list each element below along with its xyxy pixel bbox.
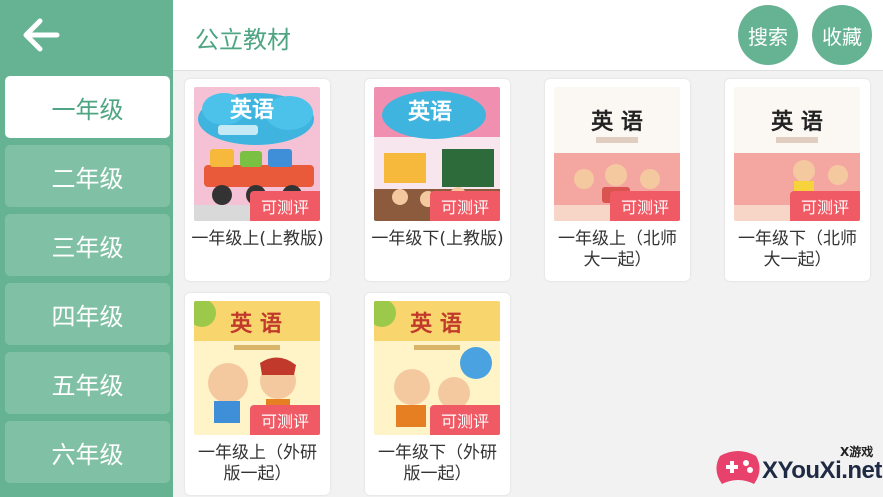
book-cover: 英语 可测评 xyxy=(374,87,500,221)
watermark-big-text: XYouXi.net xyxy=(762,457,882,484)
book-title: 一年级上（北师大一起） xyxy=(558,229,677,270)
svg-text:英 语: 英 语 xyxy=(410,311,462,337)
book-card-3[interactable]: 英 语 可测评 一年级上（北师大一起） xyxy=(545,79,690,281)
arrow-left-icon xyxy=(23,18,60,52)
svg-text:英 语: 英 语 xyxy=(230,311,282,337)
grade-item-3[interactable]: 三年级 xyxy=(5,214,170,276)
grade-item-1[interactable]: 一年级 xyxy=(5,76,170,138)
assessable-badge: 可测评 xyxy=(610,191,680,221)
assessable-badge: 可测评 xyxy=(430,191,500,221)
book-cover: 英 语 可测评 xyxy=(374,301,500,435)
back-button[interactable] xyxy=(0,0,173,70)
book-cover: 英 语 可测评 xyxy=(554,87,680,221)
search-button[interactable]: 搜索 xyxy=(738,5,798,65)
book-card-5[interactable]: 英 语 可测评 一年级上（外研版一起） xyxy=(185,293,330,495)
book-card-1[interactable]: 英语 可测评 一年级上(上教版) xyxy=(185,79,330,281)
book-cover: 英 语 可测评 xyxy=(194,301,320,435)
gamepad-logo-icon xyxy=(716,451,760,484)
site-watermark: X游戏 XYouXi.net xyxy=(712,440,883,497)
assessable-badge: 可测评 xyxy=(250,405,320,435)
top-bar: 公立教材 搜索 收藏 xyxy=(173,0,883,71)
book-card-2[interactable]: 英语 可测评 一年级下(上教版) xyxy=(365,79,510,281)
book-title: 一年级下(上教版) xyxy=(371,229,504,249)
svg-text:英语: 英语 xyxy=(408,100,452,125)
grade-item-2[interactable]: 二年级 xyxy=(5,145,170,207)
book-cover: 英语 可测评 xyxy=(194,87,320,221)
favorites-button[interactable]: 收藏 xyxy=(812,5,872,65)
assessable-badge: 可测评 xyxy=(430,405,500,435)
book-title: 一年级上（外研版一起） xyxy=(198,443,317,484)
grade-item-6[interactable]: 六年级 xyxy=(5,421,170,483)
book-card-6[interactable]: 英 语 可测评 一年级下（外研版一起） xyxy=(365,293,510,495)
svg-text:英 语: 英 语 xyxy=(771,109,823,135)
assessable-badge: 可测评 xyxy=(250,191,320,221)
grade-item-4[interactable]: 四年级 xyxy=(5,283,170,345)
svg-text:英 语: 英 语 xyxy=(591,109,643,135)
book-card-4[interactable]: 英 语 可测评 一年级下（北师大一起） xyxy=(725,79,870,281)
book-title: 一年级下（北师大一起） xyxy=(738,229,857,270)
assessable-badge: 可测评 xyxy=(790,191,860,221)
book-title: 一年级上(上教版) xyxy=(191,229,324,249)
grade-item-5[interactable]: 五年级 xyxy=(5,352,170,414)
sidebar: 一年级 二年级 三年级 四年级 五年级 六年级 xyxy=(0,0,173,497)
book-title: 一年级下（外研版一起） xyxy=(378,443,497,484)
svg-text:英语: 英语 xyxy=(230,98,274,123)
page-title: 公立教材 xyxy=(195,26,291,54)
book-cover: 英 语 可测评 xyxy=(734,87,860,221)
